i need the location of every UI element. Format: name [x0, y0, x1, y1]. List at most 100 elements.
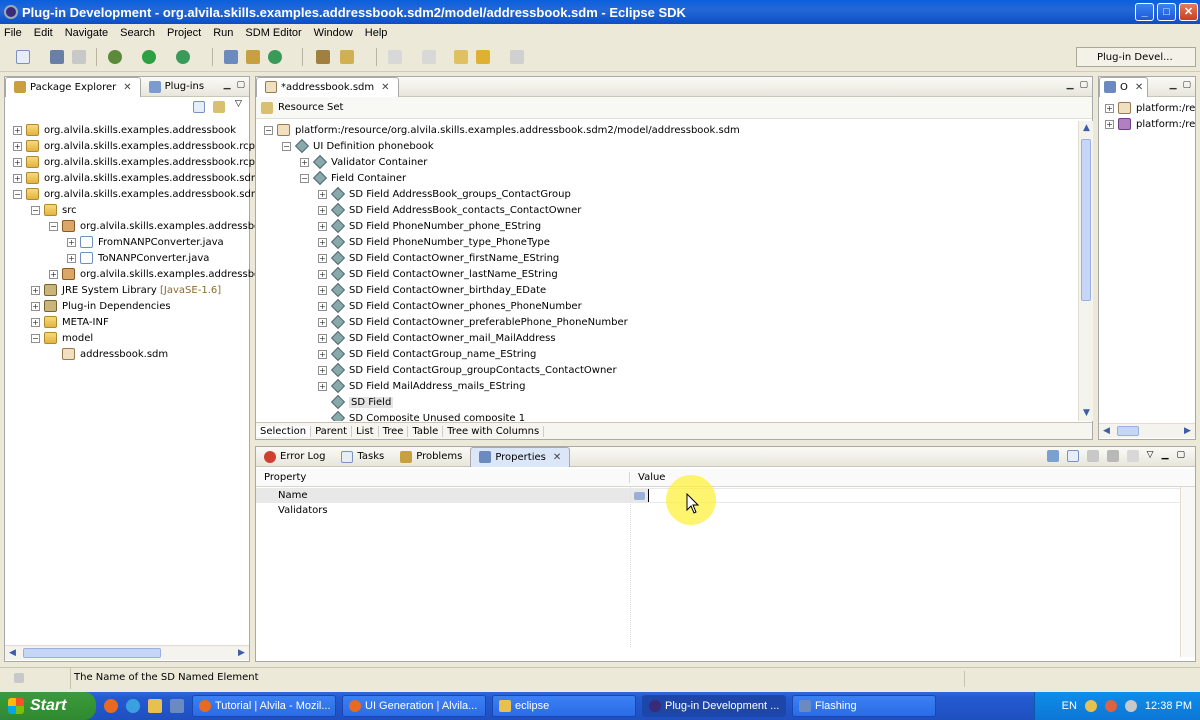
tab-properties[interactable]: Properties ✕	[470, 446, 571, 467]
back-icon[interactable]	[476, 50, 490, 64]
tree-item[interactable]: + SD Field ContactOwner_lastName_EString	[318, 266, 558, 282]
maximize-view-icon[interactable]: ▢	[236, 80, 245, 90]
language-indicator[interactable]: EN	[1062, 700, 1077, 712]
view-menu-icon[interactable]: ▽	[235, 99, 242, 109]
tree-item[interactable]: + platform:/re	[1105, 116, 1195, 132]
tree-item[interactable]: + FromNANPConverter.java	[67, 234, 224, 250]
tab-list[interactable]: List	[352, 425, 379, 437]
scroll-down-icon[interactable]: ▼	[1079, 406, 1094, 421]
tab-plugins[interactable]: Plug-ins	[141, 77, 212, 97]
tree-item[interactable]: − Field Container	[300, 170, 406, 186]
maximize-button[interactable]: □	[1157, 3, 1176, 21]
table-row[interactable]: Name	[256, 488, 1195, 503]
tab-selection[interactable]: Selection	[256, 425, 312, 437]
link-with-editor-icon[interactable]	[213, 101, 225, 113]
vertical-scrollbar[interactable]: ▲ ▼	[1078, 121, 1093, 421]
tray-icon[interactable]	[1124, 700, 1137, 712]
new-class-icon[interactable]	[268, 50, 282, 64]
tree-item[interactable]: + META-INF	[31, 314, 109, 330]
tab-tree[interactable]: Tree	[379, 425, 409, 437]
menu-navigate[interactable]: Navigate	[65, 27, 108, 39]
close-icon[interactable]: ✕	[1135, 82, 1143, 93]
new-package-icon[interactable]	[246, 50, 260, 64]
save-icon[interactable]	[50, 50, 64, 64]
tree-item[interactable]: + platform:/re	[1105, 100, 1195, 116]
tree-item[interactable]: SD Composite Unused composite 1	[318, 410, 525, 421]
menu-help[interactable]: Help	[365, 27, 388, 39]
scroll-right-icon[interactable]: ▶	[234, 646, 249, 661]
tree-item-selected[interactable]: SD Field	[318, 394, 394, 410]
tab-package-explorer[interactable]: Package Explorer ✕	[5, 76, 141, 97]
tree-item[interactable]: + org.alvila.skills.examples.addressbook	[13, 122, 236, 138]
menu-edit[interactable]: Edit	[34, 27, 53, 39]
tree-item[interactable]: + org.alvila.skills.examples.addressbook.…	[13, 170, 261, 186]
tree-item[interactable]: + SD Field ContactOwner_birthday_EDate	[318, 282, 546, 298]
taskbar-item[interactable]: UI Generation | Alvila...	[342, 695, 486, 717]
close-icon[interactable]: ✕	[553, 452, 561, 463]
tree-item[interactable]: + JRE System Library [JavaSE-1.6]	[31, 282, 221, 298]
next-annotation-icon[interactable]	[388, 50, 402, 64]
last-edit-icon[interactable]	[454, 50, 468, 64]
open-type-icon[interactable]	[316, 50, 330, 64]
table-row[interactable]: Validators	[256, 503, 1195, 518]
tab-error-log[interactable]: Error Log	[256, 447, 333, 467]
show-advanced-icon[interactable]	[1086, 450, 1099, 462]
tree-item[interactable]: + SD Field AddressBook_contacts_ContactOw…	[318, 202, 581, 218]
minimize-view-icon[interactable]: ▁	[224, 80, 231, 90]
view-menu-icon[interactable]: ▽	[1147, 450, 1154, 462]
debug-icon[interactable]	[108, 50, 122, 64]
tree-item[interactable]: − model	[31, 330, 93, 346]
menu-project[interactable]: Project	[167, 27, 201, 39]
search-icon[interactable]	[340, 50, 354, 64]
tree-item[interactable]: + org.alvila.skills.examples.addressbook.…	[13, 154, 261, 170]
tree-item[interactable]: + SD Field ContactOwner_phones_PhoneNumbe…	[318, 298, 582, 314]
tree-item[interactable]: + Validator Container	[300, 154, 427, 170]
menu-file[interactable]: File	[4, 27, 22, 39]
column-value[interactable]: Value	[630, 472, 665, 483]
tree-item[interactable]: − platform:/resource/org.alvila.skills.ex…	[264, 122, 740, 138]
tree-item[interactable]: + org.alvila.skills.examples.addressbook.…	[13, 138, 255, 154]
start-button[interactable]: Start	[0, 692, 96, 720]
eclipse-app-icon[interactable]	[4, 5, 18, 19]
close-icon[interactable]: ✕	[123, 82, 131, 93]
menu-sdm-editor[interactable]: SDM Editor	[245, 27, 301, 39]
quick-launch-icon[interactable]	[126, 699, 140, 713]
scroll-left-icon[interactable]: ◀	[1099, 424, 1114, 439]
filter-icon[interactable]	[1106, 450, 1119, 462]
menu-search[interactable]: Search	[120, 27, 155, 39]
scroll-right-icon[interactable]: ▶	[1180, 424, 1195, 439]
tree-item[interactable]: + org.alvila.skills.examples.addressboo	[49, 266, 266, 282]
firefox-icon[interactable]	[104, 699, 118, 713]
restore-default-icon[interactable]	[1126, 450, 1139, 462]
tree-item[interactable]: + SD Field ContactOwner_preferablePhone_P…	[318, 314, 628, 330]
minimize-view-icon[interactable]: ▁	[1162, 450, 1169, 462]
tree-item[interactable]: + SD Field ContactGroup_groupContacts_Con…	[318, 362, 617, 378]
print-icon[interactable]	[72, 50, 86, 64]
tab-tasks[interactable]: Tasks	[333, 447, 392, 467]
taskbar-item[interactable]: eclipse	[492, 695, 636, 717]
new-icon[interactable]	[16, 50, 30, 64]
forward-icon[interactable]	[510, 50, 524, 64]
quick-launch-icon[interactable]	[170, 699, 184, 713]
menu-run[interactable]: Run	[213, 27, 233, 39]
tray-icon[interactable]	[1104, 700, 1117, 712]
show-categories-icon[interactable]	[1066, 450, 1079, 462]
tab-table[interactable]: Table	[408, 425, 444, 437]
scroll-left-icon[interactable]: ◀	[5, 646, 20, 661]
minimize-view-icon[interactable]: ▁	[1067, 80, 1074, 90]
horizontal-scrollbar[interactable]: ◀ ▶	[5, 645, 249, 660]
pin-icon[interactable]	[1046, 450, 1059, 462]
tree-item[interactable]: addressbook.sdm	[49, 346, 168, 362]
minimize-button[interactable]: _	[1135, 3, 1154, 21]
tab-outline[interactable]: O ✕	[1099, 76, 1149, 97]
tab-problems[interactable]: Problems	[392, 447, 470, 467]
tree-item[interactable]: + ToNANPConverter.java	[67, 250, 209, 266]
tree-item[interactable]: + SD Field MailAddress_mails_EString	[318, 378, 525, 394]
tree-item[interactable]: − UI Definition phonebook	[282, 138, 434, 154]
run-icon[interactable]	[142, 50, 156, 64]
tree-item[interactable]: + SD Field ContactOwner_mail_MailAddress	[318, 330, 556, 346]
tab-addressbook-sdm[interactable]: *addressbook.sdm ✕	[256, 76, 399, 97]
maximize-view-icon[interactable]: ▢	[1079, 80, 1088, 90]
maximize-view-icon[interactable]: ▢	[1176, 450, 1185, 462]
vertical-scrollbar[interactable]	[1180, 487, 1195, 657]
